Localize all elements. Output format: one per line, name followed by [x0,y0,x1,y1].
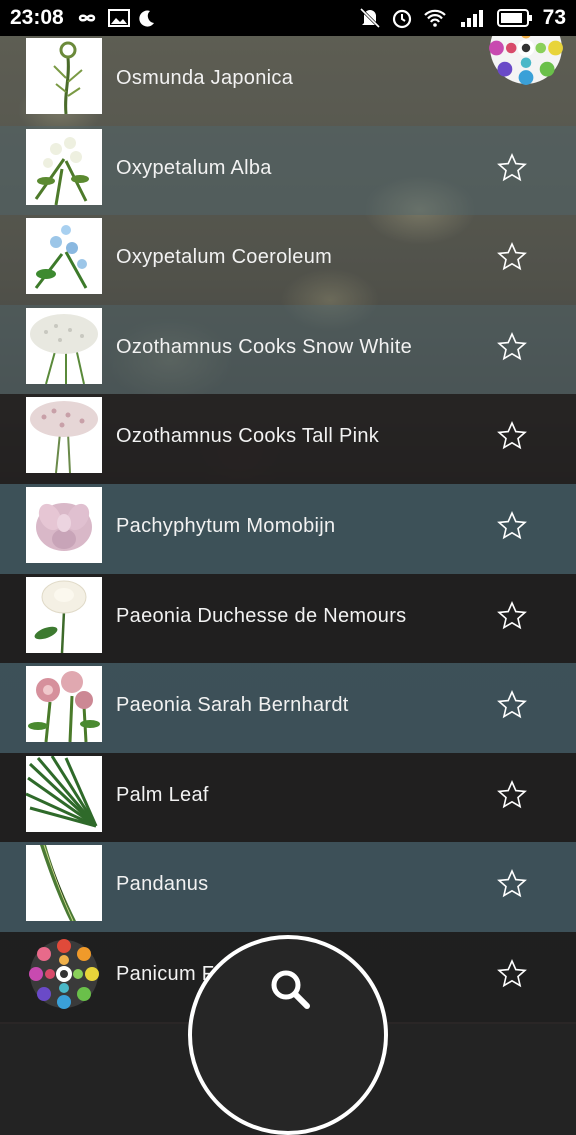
palm-leaf-thumbnail [26,755,102,832]
plant-name: Pandanus [116,873,209,896]
status-time: 23:08 [10,6,64,29]
list-item[interactable]: Ozothamnus Cooks Snow White [0,304,576,395]
plant-name: Palm Leaf [116,783,209,806]
pandanus-leaf-thumbnail [26,845,102,922]
favorite-star-icon[interactable] [496,331,528,363]
wifi-icon [423,9,446,27]
plant-name: Oxypetalum Alba [116,156,272,179]
favorite-star-icon[interactable] [496,689,528,721]
favorite-star-icon[interactable] [496,779,528,811]
plant-name: Paeonia Sarah Bernhardt [116,694,349,717]
plant-name: Paeonia Duchesse de Nemours [116,604,407,627]
fern-shoot-thumbnail [26,38,102,114]
alarm-icon [392,9,411,29]
plant-name: Ozothamnus Cooks Snow White [116,335,413,358]
plant-name: Osmunda Japonica [116,67,294,89]
list-item[interactable]: Paeonia Sarah Bernhardt [0,663,576,753]
status-bar: 23:08 73 [0,0,576,36]
plant-name: Pachyphytum Momobijn [116,514,336,537]
pink-cluster-thumbnail [26,397,102,474]
blue-flowers-thumbnail [26,218,102,295]
plant-name: Oxypetalum Coeroleum [116,246,333,269]
plant-list[interactable]: Osmunda Japonica Oxypetalum Alba Oxypeta… [0,36,576,1022]
list-item[interactable]: Paeonia Duchesse de Nemours [0,573,576,664]
plant-name: Ozothamnus Cooks Tall Pink [116,425,380,448]
white-flowers-thumbnail [26,128,102,205]
favorite-star-icon[interactable] [496,600,528,632]
list-item[interactable]: Oxypetalum Coeroleum [0,215,576,305]
signal-icon [460,10,483,27]
battery-percent: 73 [542,6,566,29]
favorite-star-icon[interactable] [496,510,528,542]
app-logo-icon [29,939,99,1009]
favorite-star-icon[interactable] [496,868,528,900]
list-item[interactable]: Oxypetalum Alba [0,125,576,216]
pink-peony-thumbnail [26,666,102,743]
list-item[interactable]: Pandanus [0,842,576,932]
favorite-star-icon[interactable] [496,958,528,990]
favorite-star-icon[interactable] [496,152,528,184]
favorite-star-icon[interactable] [496,241,528,273]
battery-icon [496,9,532,27]
moon-icon [139,10,154,27]
image-icon [107,9,130,27]
list-item[interactable]: Palm Leaf [0,752,576,843]
list-item[interactable]: Pachyphytum Momobijn [0,483,576,574]
white-cluster-thumbnail [26,307,102,384]
mute-icon [359,7,380,29]
list-item[interactable]: Ozothamnus Cooks Tall Pink [0,394,576,484]
favorite-star-icon[interactable] [496,420,528,452]
infinity-icon [78,14,95,22]
succulent-thumbnail [26,486,102,563]
search-icon [271,970,310,1009]
search-button[interactable] [188,935,388,1135]
white-peony-thumbnail [26,576,102,653]
